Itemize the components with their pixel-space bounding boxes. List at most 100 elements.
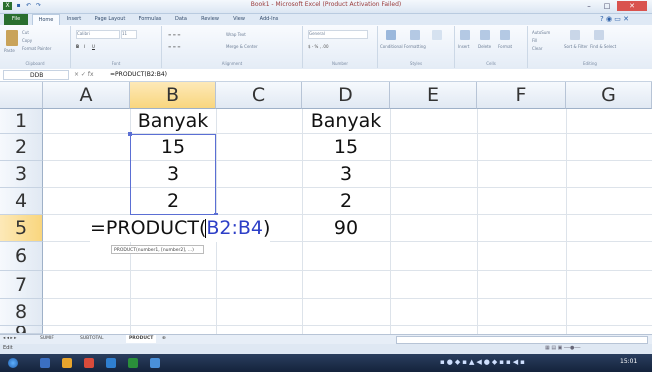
formula-input[interactable]: =PRODUCT(B2:B4) bbox=[110, 70, 167, 80]
tab-file[interactable]: File bbox=[4, 14, 28, 25]
formula-prefix: =PRODUCT( bbox=[90, 217, 207, 239]
gridline bbox=[43, 298, 652, 299]
view-buttons-icon[interactable]: ▦ ▤ ▣ ──●── bbox=[545, 345, 580, 351]
wrap-text-button[interactable]: Wrap Text bbox=[226, 32, 246, 37]
find-select-icon[interactable] bbox=[594, 30, 604, 40]
range-selection bbox=[130, 134, 216, 215]
insert-button[interactable]: Insert bbox=[458, 44, 469, 49]
sort-filter-button[interactable]: Sort & Filter bbox=[564, 44, 588, 49]
cell-styles-icon[interactable] bbox=[432, 30, 442, 40]
row-header-8[interactable]: 8 bbox=[0, 299, 43, 326]
currency-icon[interactable]: $ - % , .00 bbox=[308, 44, 329, 49]
browser-icon[interactable] bbox=[62, 358, 72, 368]
column-header-f[interactable]: F bbox=[477, 82, 566, 109]
format-cells-icon[interactable] bbox=[500, 30, 510, 40]
clear-button[interactable]: Clear bbox=[532, 46, 542, 51]
select-all-corner[interactable] bbox=[0, 82, 43, 109]
tab-data[interactable]: Data bbox=[170, 14, 192, 25]
format-table-icon[interactable] bbox=[410, 30, 420, 40]
copy-button[interactable]: Copy bbox=[22, 38, 32, 43]
format-button[interactable]: Format bbox=[498, 44, 512, 49]
row-header-1[interactable]: 1 bbox=[0, 109, 43, 134]
cell-d5[interactable]: 90 bbox=[302, 215, 390, 242]
tab-review[interactable]: Review bbox=[196, 14, 224, 25]
maximize-button[interactable]: □ bbox=[598, 1, 616, 11]
minimize-button[interactable]: – bbox=[580, 1, 598, 11]
font-label: Font bbox=[111, 61, 121, 66]
cell-b1[interactable]: Banyak bbox=[130, 109, 216, 134]
tab-view[interactable]: View bbox=[228, 14, 250, 25]
cell-d1[interactable]: Banyak bbox=[302, 109, 390, 134]
cell-d4[interactable]: 2 bbox=[302, 188, 390, 215]
column-header-d[interactable]: D bbox=[302, 82, 390, 109]
tray-icons[interactable]: ▪●◆▪▲◀●◆▪▪◀▪ bbox=[440, 358, 527, 366]
help-icon[interactable]: ? ◉ ▭ ✕ bbox=[600, 15, 629, 23]
editing-cell-b5[interactable]: =PRODUCT(B2:B4) bbox=[90, 215, 271, 242]
explorer-icon[interactable] bbox=[40, 358, 50, 368]
gridline bbox=[477, 109, 478, 334]
styles-label: Styles bbox=[409, 61, 423, 66]
selection-handle[interactable] bbox=[128, 132, 132, 136]
sheet-tab-subtotal[interactable]: SUBTOTAL bbox=[80, 335, 104, 343]
delete-button[interactable]: Delete bbox=[478, 44, 491, 49]
conditional-formatting-button[interactable]: Conditional Formatting bbox=[380, 44, 426, 49]
sheet-nav-icon[interactable]: ◂ ◂ ▸ ▸ bbox=[3, 335, 16, 343]
cell-d3[interactable]: 3 bbox=[302, 161, 390, 188]
tab-add-ins[interactable]: Add-Ins bbox=[254, 14, 284, 25]
find-select-button[interactable]: Find & Select bbox=[590, 44, 616, 49]
gridline bbox=[43, 270, 652, 271]
fill-button[interactable]: Fill bbox=[532, 38, 537, 43]
column-header-e[interactable]: E bbox=[390, 82, 477, 109]
editing-label: Editing bbox=[583, 61, 597, 66]
text-cursor bbox=[205, 219, 206, 238]
column-header-a[interactable]: A bbox=[43, 82, 130, 109]
fx-icon[interactable]: × ✓ fx bbox=[74, 70, 94, 80]
italic-button[interactable]: I bbox=[84, 44, 85, 49]
merge-center-button[interactable]: Merge & Center bbox=[226, 44, 258, 49]
sheet-tab-sumif[interactable]: SUMIF bbox=[40, 335, 54, 343]
column-header-b[interactable]: B bbox=[130, 82, 216, 109]
row-header-3[interactable]: 3 bbox=[0, 161, 43, 188]
underline-button[interactable]: U bbox=[92, 44, 95, 49]
column-header-g[interactable]: G bbox=[566, 82, 652, 109]
new-sheet-icon[interactable]: ⊕ bbox=[162, 335, 166, 343]
row-header-6[interactable]: 6 bbox=[0, 242, 43, 271]
row-header-4[interactable]: 4 bbox=[0, 188, 43, 215]
format-painter-button[interactable]: Format Painter bbox=[22, 46, 51, 51]
bold-button[interactable]: B bbox=[76, 44, 79, 49]
paste-button[interactable]: Paste bbox=[4, 48, 15, 53]
cell-d2[interactable]: 15 bbox=[302, 134, 390, 161]
sheet-tab-product[interactable]: PRODUCT bbox=[126, 335, 157, 343]
sort-filter-icon[interactable] bbox=[570, 30, 580, 40]
start-button-icon[interactable] bbox=[8, 358, 18, 368]
tab-insert[interactable]: Insert bbox=[62, 14, 86, 25]
number-format-select[interactable]: General bbox=[308, 30, 368, 39]
tab-page-layout[interactable]: Page Layout bbox=[90, 14, 130, 25]
gridline bbox=[43, 325, 652, 326]
app-icon[interactable] bbox=[150, 358, 160, 368]
font-size-select[interactable]: 11 bbox=[121, 30, 137, 39]
name-box[interactable]: DDB bbox=[3, 70, 69, 80]
paste-icon[interactable] bbox=[6, 30, 18, 46]
row-header-7[interactable]: 7 bbox=[0, 271, 43, 299]
row-header-2[interactable]: 2 bbox=[0, 134, 43, 161]
horizontal-scrollbar[interactable] bbox=[396, 336, 648, 344]
column-header-c[interactable]: C bbox=[216, 82, 302, 109]
word-icon[interactable] bbox=[106, 358, 116, 368]
conditional-formatting-icon[interactable] bbox=[386, 30, 396, 40]
function-tooltip: PRODUCT(number1, [number2], ...) bbox=[111, 245, 204, 254]
align-left-icon[interactable]: ≡ ≡ ≡ bbox=[168, 44, 181, 49]
font-name-select[interactable]: Calibri bbox=[76, 30, 120, 39]
formula-suffix: ) bbox=[263, 217, 271, 239]
media-icon[interactable] bbox=[84, 358, 94, 368]
row-header-9[interactable]: 9 bbox=[0, 326, 43, 334]
autosum-button[interactable]: AutoSum bbox=[532, 30, 550, 35]
align-top-icon[interactable]: ≡ ≡ ≡ bbox=[168, 32, 181, 37]
insert-cells-icon[interactable] bbox=[460, 30, 470, 40]
row-header-5[interactable]: 5 bbox=[0, 215, 43, 242]
close-button[interactable]: ✕ bbox=[617, 1, 647, 11]
excel-taskbar-icon[interactable] bbox=[128, 358, 138, 368]
delete-cells-icon[interactable] bbox=[480, 30, 490, 40]
tab-formulas[interactable]: Formulas bbox=[134, 14, 166, 25]
cut-button[interactable]: Cut bbox=[22, 30, 29, 35]
